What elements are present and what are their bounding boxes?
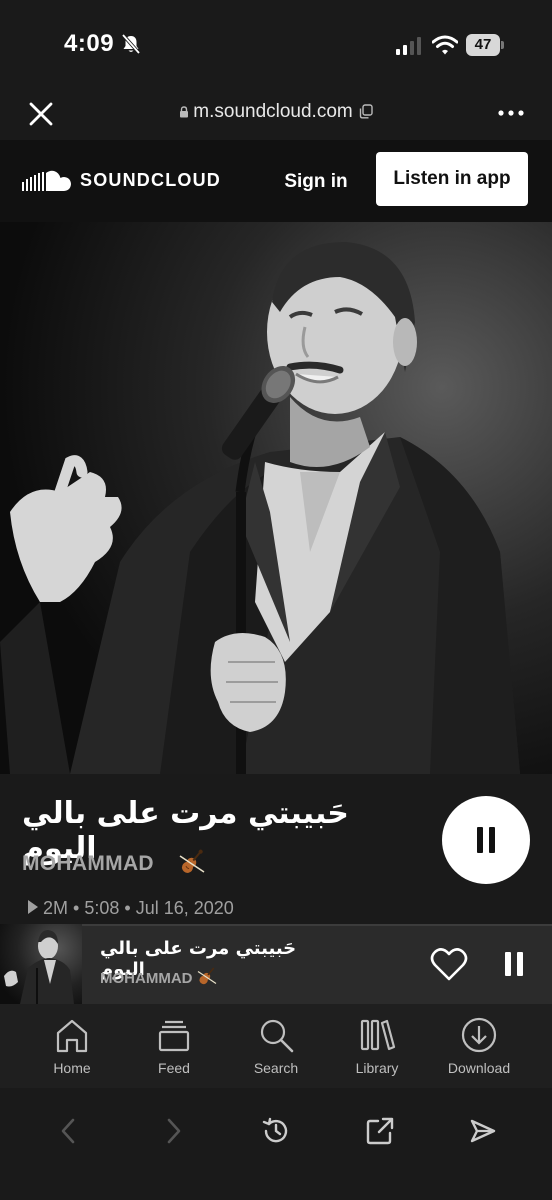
singer-photo: [0, 242, 520, 774]
battery-level: 47: [466, 34, 500, 56]
progress-bar[interactable]: [0, 924, 552, 926]
track-info: حَبيبتي مرت على بالي اليوم MOHAMMAD 2M •…: [0, 774, 552, 924]
mini-artist-name: MOHAMMAD: [100, 970, 193, 987]
more-options-icon[interactable]: [498, 110, 524, 116]
browser-toolbar: [0, 1088, 552, 1200]
battery-icon: 47: [466, 34, 504, 56]
browser-url-bar: m.soundcloud.com: [0, 88, 552, 140]
library-icon: [360, 1019, 396, 1051]
nav-feed-label: Feed: [158, 1060, 190, 1076]
nav-home-label: Home: [53, 1060, 91, 1076]
soundcloud-logo-text: SOUNDCLOUD: [80, 170, 221, 190]
sign-in-button[interactable]: Sign in: [280, 167, 352, 197]
send-icon[interactable]: [468, 1116, 498, 1146]
status-time: 4:09: [64, 30, 115, 57]
mini-artwork: [0, 924, 82, 1004]
pause-button[interactable]: [442, 796, 530, 884]
download-icon: [461, 1017, 497, 1053]
lock-icon: [180, 106, 189, 118]
artist-name[interactable]: MOHAMMAD: [22, 852, 154, 876]
nav-download[interactable]: Download: [434, 1016, 524, 1084]
status-bar: 4:09 47: [0, 0, 552, 88]
wifi-icon: [432, 35, 458, 55]
mini-pause-button[interactable]: [498, 950, 530, 980]
track-duration: 5:08: [84, 898, 120, 918]
nav-search[interactable]: Search: [231, 1016, 321, 1084]
play-count: 2M: [43, 898, 69, 918]
nav-home[interactable]: Home: [27, 1016, 117, 1084]
track-artwork: [0, 222, 552, 774]
feed-icon: [158, 1020, 190, 1052]
soundcloud-logo-icon[interactable]: [22, 169, 72, 193]
url-display[interactable]: m.soundcloud.com: [0, 101, 552, 123]
release-date: Jul 16, 2020: [135, 898, 234, 918]
url-text: m.soundcloud.com: [193, 101, 353, 122]
forward-icon[interactable]: [158, 1116, 188, 1146]
nav-search-label: Search: [253, 1060, 299, 1076]
soundcloud-header: SOUNDCLOUD Sign in Listen in app: [0, 140, 552, 222]
home-icon: [56, 1019, 88, 1053]
mini-player[interactable]: حَبيبتي مرت على بالي اليوم MOHAMMAD: [0, 924, 552, 1004]
cellular-signal-icon: [396, 37, 421, 55]
nav-feed[interactable]: Feed: [129, 1016, 219, 1084]
bell-slash-icon: [121, 33, 141, 55]
copy-icon[interactable]: [359, 104, 373, 119]
search-icon: [260, 1019, 294, 1053]
like-heart-icon[interactable]: [430, 946, 468, 982]
share-icon[interactable]: [365, 1116, 395, 1146]
violin-icon: [179, 849, 205, 873]
nav-download-label: Download: [447, 1060, 511, 1076]
nav-library[interactable]: Library: [332, 1016, 422, 1084]
back-icon[interactable]: [54, 1116, 84, 1146]
bottom-navigation: Home Feed Search Library Download: [0, 1004, 552, 1088]
track-meta: 2M • 5:08 • Jul 16, 2020: [28, 898, 234, 919]
violin-icon: [197, 967, 217, 985]
listen-in-app-button[interactable]: Listen in app: [376, 152, 528, 206]
history-icon[interactable]: [261, 1116, 291, 1146]
nav-library-label: Library: [355, 1060, 399, 1076]
play-count-icon: [28, 900, 38, 914]
